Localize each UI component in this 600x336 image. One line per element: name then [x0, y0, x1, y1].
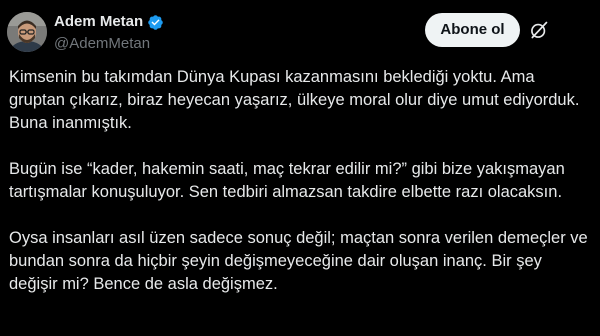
- tweet: Adem Metan @AdemMetan Abone ol Kimsenin …: [0, 0, 600, 336]
- tweet-paragraph: Oysa insanları asıl üzen sadece sonuç de…: [9, 229, 588, 293]
- tweet-paragraph: Kimsenin bu takımdan Dünya Kupası kazanm…: [9, 68, 580, 132]
- tweet-paragraph: Bugün ise “kader, hakemin saati, maç tek…: [9, 160, 565, 201]
- avatar-image: [7, 12, 47, 52]
- author-avatar[interactable]: [7, 12, 47, 52]
- author-name-row: Adem Metan: [54, 12, 164, 32]
- verified-badge-icon: [148, 14, 163, 30]
- author-display-name[interactable]: Adem Metan: [54, 12, 143, 32]
- grok-icon[interactable]: [529, 20, 549, 40]
- follow-button[interactable]: Abone ol: [425, 13, 520, 47]
- tweet-text: Kimsenin bu takımdan Dünya Kupası kazanm…: [9, 66, 589, 296]
- author-handle[interactable]: @AdemMetan: [54, 34, 150, 54]
